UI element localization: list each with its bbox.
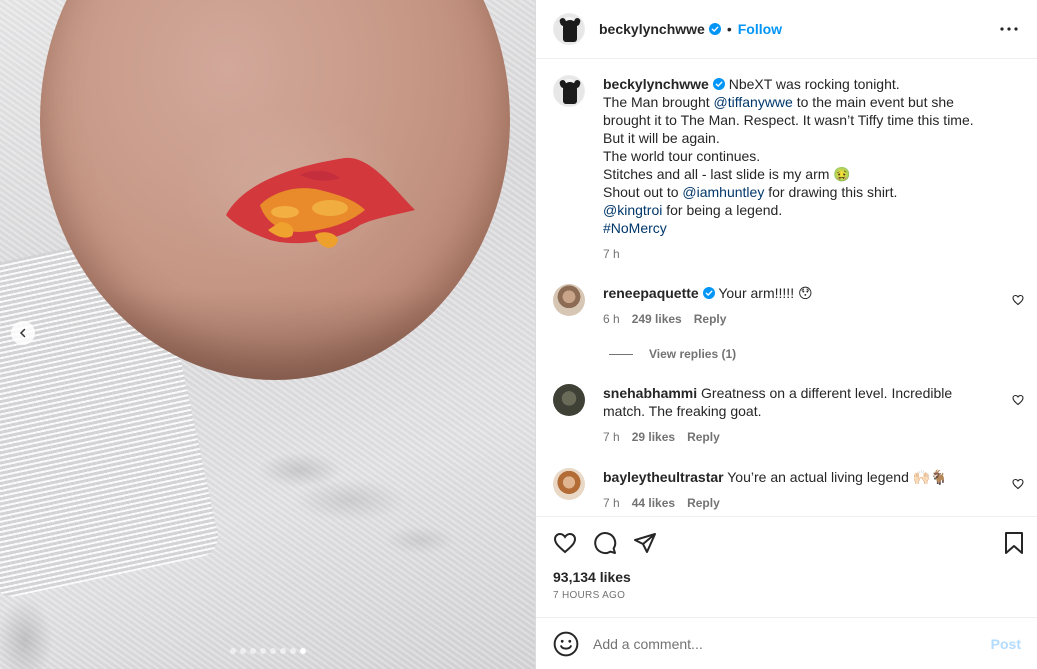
more-options-icon [1000, 27, 1018, 31]
comment-text: You’re an actual living legend 🙌🏻🐐 [727, 469, 948, 485]
carousel-indicator [0, 648, 535, 654]
likes-count[interactable]: 93,134 likes [536, 569, 1037, 585]
add-comment-bar: Post [536, 617, 1037, 669]
carousel-dot [259, 648, 266, 654]
carousel-dot [299, 648, 306, 654]
like-button[interactable] [552, 530, 578, 556]
reply-button[interactable]: Reply [694, 310, 727, 328]
separator-dot: • [726, 21, 732, 37]
comment-text: Greatness on a different level. Incredib… [701, 385, 953, 401]
emoji-icon[interactable] [553, 631, 579, 657]
verified-badge-icon [702, 287, 715, 299]
carousel-dot [289, 648, 296, 654]
comment-username[interactable]: reneepaquette [603, 285, 699, 301]
post-comment-button[interactable]: Post [991, 636, 1021, 652]
bookmark-icon [1005, 532, 1023, 554]
comment-likes[interactable]: 29 likes [632, 428, 675, 446]
author-username[interactable]: beckylynchwwe [599, 21, 705, 37]
comment-text: Your arm!!!!! 😯 [718, 285, 813, 301]
save-button[interactable] [1001, 530, 1027, 556]
mention-link[interactable]: @kingtroi [603, 202, 662, 218]
carousel-dot [279, 648, 286, 654]
avatar[interactable] [553, 468, 585, 500]
carousel-dot [239, 648, 246, 654]
comment-likes[interactable]: 44 likes [632, 494, 675, 512]
comment-time[interactable]: 7 h [603, 494, 620, 512]
post-header: beckylynchwwe • Follow [536, 0, 1037, 59]
carousel-dot [249, 648, 256, 654]
comment-like-heart-icon[interactable] [1012, 478, 1024, 490]
comment-input[interactable] [593, 635, 991, 652]
comment-icon [594, 532, 617, 555]
chevron-left-icon [19, 328, 26, 338]
comment-item: snehabhammi Greatness on a different lev… [553, 384, 952, 446]
reply-button[interactable]: Reply [687, 494, 720, 512]
share-button[interactable] [632, 530, 658, 556]
comment-username[interactable]: bayleytheultrastar [603, 469, 724, 485]
avatar[interactable] [553, 75, 585, 107]
post-actions: 93,134 likes 7 HOURS AGO [536, 516, 1037, 601]
comment-item: bayleytheultrastar You’re an actual livi… [553, 468, 948, 512]
wound-graphic [226, 157, 415, 248]
avatar[interactable] [553, 13, 585, 45]
more-options-button[interactable] [997, 17, 1021, 41]
comment-likes[interactable]: 249 likes [632, 310, 682, 328]
post-details-panel: beckylynchwwe • Follow beckylynchwwe Nbe… [535, 0, 1037, 669]
avatar[interactable] [553, 384, 585, 416]
share-icon [634, 533, 656, 553]
post-image[interactable] [0, 0, 535, 669]
avatar[interactable] [553, 284, 585, 316]
caption-text: beckylynchwwe NbeXT was rocking tonight.… [603, 76, 974, 263]
verified-badge-icon [708, 23, 721, 35]
comment-button[interactable] [592, 530, 618, 556]
hashtag-link[interactable]: #NoMercy [603, 220, 667, 236]
caption-username[interactable]: beckylynchwwe [603, 76, 709, 92]
comment-item: reneepaquette Your arm!!!!! 😯 6 h 249 li… [553, 284, 813, 328]
comments-section[interactable]: beckylynchwwe NbeXT was rocking tonight.… [536, 60, 1037, 516]
post-time-ago[interactable]: 7 HOURS AGO [536, 590, 1037, 601]
follow-button[interactable]: Follow [738, 21, 782, 37]
comment-username[interactable]: snehabhammi [603, 385, 697, 401]
comment-time[interactable]: 7 h [603, 428, 620, 446]
carousel-previous-button[interactable] [11, 321, 35, 345]
mention-link[interactable]: @tiffanywwe [714, 94, 793, 110]
caption-time[interactable]: 7 h [603, 245, 620, 263]
mention-link[interactable]: @iamhuntley [682, 184, 764, 200]
view-replies-button[interactable]: View replies (1) [609, 347, 736, 361]
verified-badge-icon [712, 78, 725, 90]
comment-time[interactable]: 6 h [603, 310, 620, 328]
heart-icon [553, 532, 577, 554]
carousel-dot [229, 648, 236, 654]
carousel-dot [269, 648, 276, 654]
reply-button[interactable]: Reply [687, 428, 720, 446]
post-caption: beckylynchwwe NbeXT was rocking tonight.… [553, 75, 974, 263]
comment-like-heart-icon[interactable] [1012, 394, 1024, 406]
comment-like-heart-icon[interactable] [1012, 294, 1024, 306]
